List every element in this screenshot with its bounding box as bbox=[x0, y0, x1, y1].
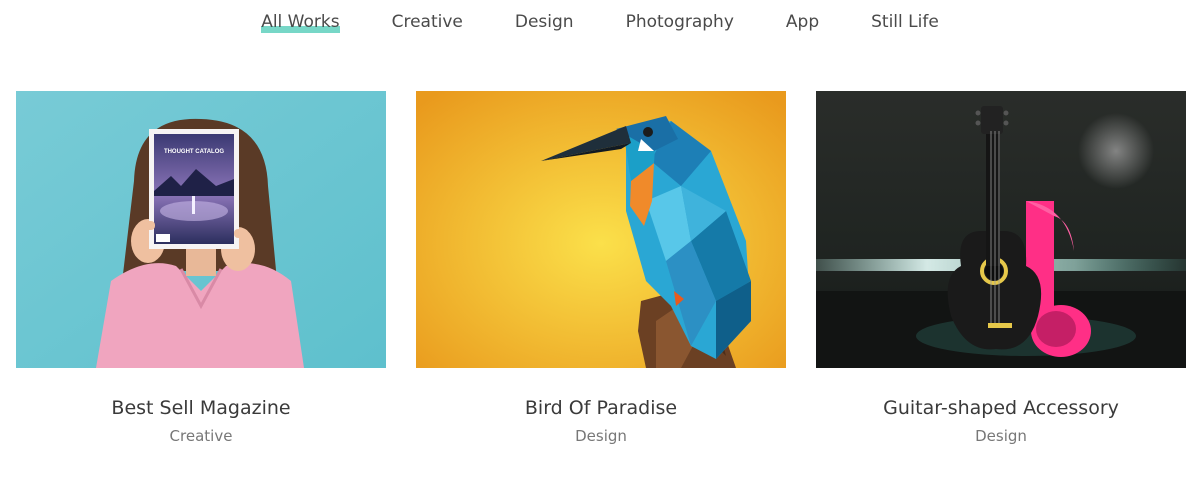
magazine-cover-title: THOUGHT CATALOG bbox=[164, 149, 224, 155]
portfolio-image-magazine[interactable]: THOUGHT CATALOG bbox=[16, 91, 386, 368]
filter-still-life[interactable]: Still Life bbox=[871, 11, 939, 33]
filter-design[interactable]: Design bbox=[515, 11, 574, 33]
portfolio-filter-nav: All Works Creative Design Photography Ap… bbox=[0, 0, 1200, 44]
portfolio-card-guitar[interactable]: Guitar-shaped Accessory Design bbox=[816, 91, 1186, 446]
filter-app[interactable]: App bbox=[786, 11, 819, 33]
portfolio-grid: THOUGHT CATALOG Best Sell Magazine Creat… bbox=[16, 91, 1186, 446]
portfolio-title[interactable]: Best Sell Magazine bbox=[16, 396, 386, 420]
portfolio-title[interactable]: Bird Of Paradise bbox=[416, 396, 786, 420]
portfolio-card-magazine[interactable]: THOUGHT CATALOG Best Sell Magazine Creat… bbox=[16, 91, 386, 446]
portfolio-category: Design bbox=[575, 427, 627, 445]
filter-all-works[interactable]: All Works bbox=[261, 11, 340, 33]
portfolio-card-bird[interactable]: Bird Of Paradise Design bbox=[416, 91, 786, 446]
filter-creative[interactable]: Creative bbox=[392, 11, 463, 33]
portfolio-category: Design bbox=[975, 427, 1027, 445]
portfolio-image-bird[interactable] bbox=[416, 91, 786, 368]
portfolio-image-guitar[interactable] bbox=[816, 91, 1186, 368]
portfolio-title[interactable]: Guitar-shaped Accessory bbox=[816, 396, 1186, 420]
portfolio-category: Creative bbox=[169, 427, 233, 445]
filter-photography[interactable]: Photography bbox=[626, 11, 734, 33]
